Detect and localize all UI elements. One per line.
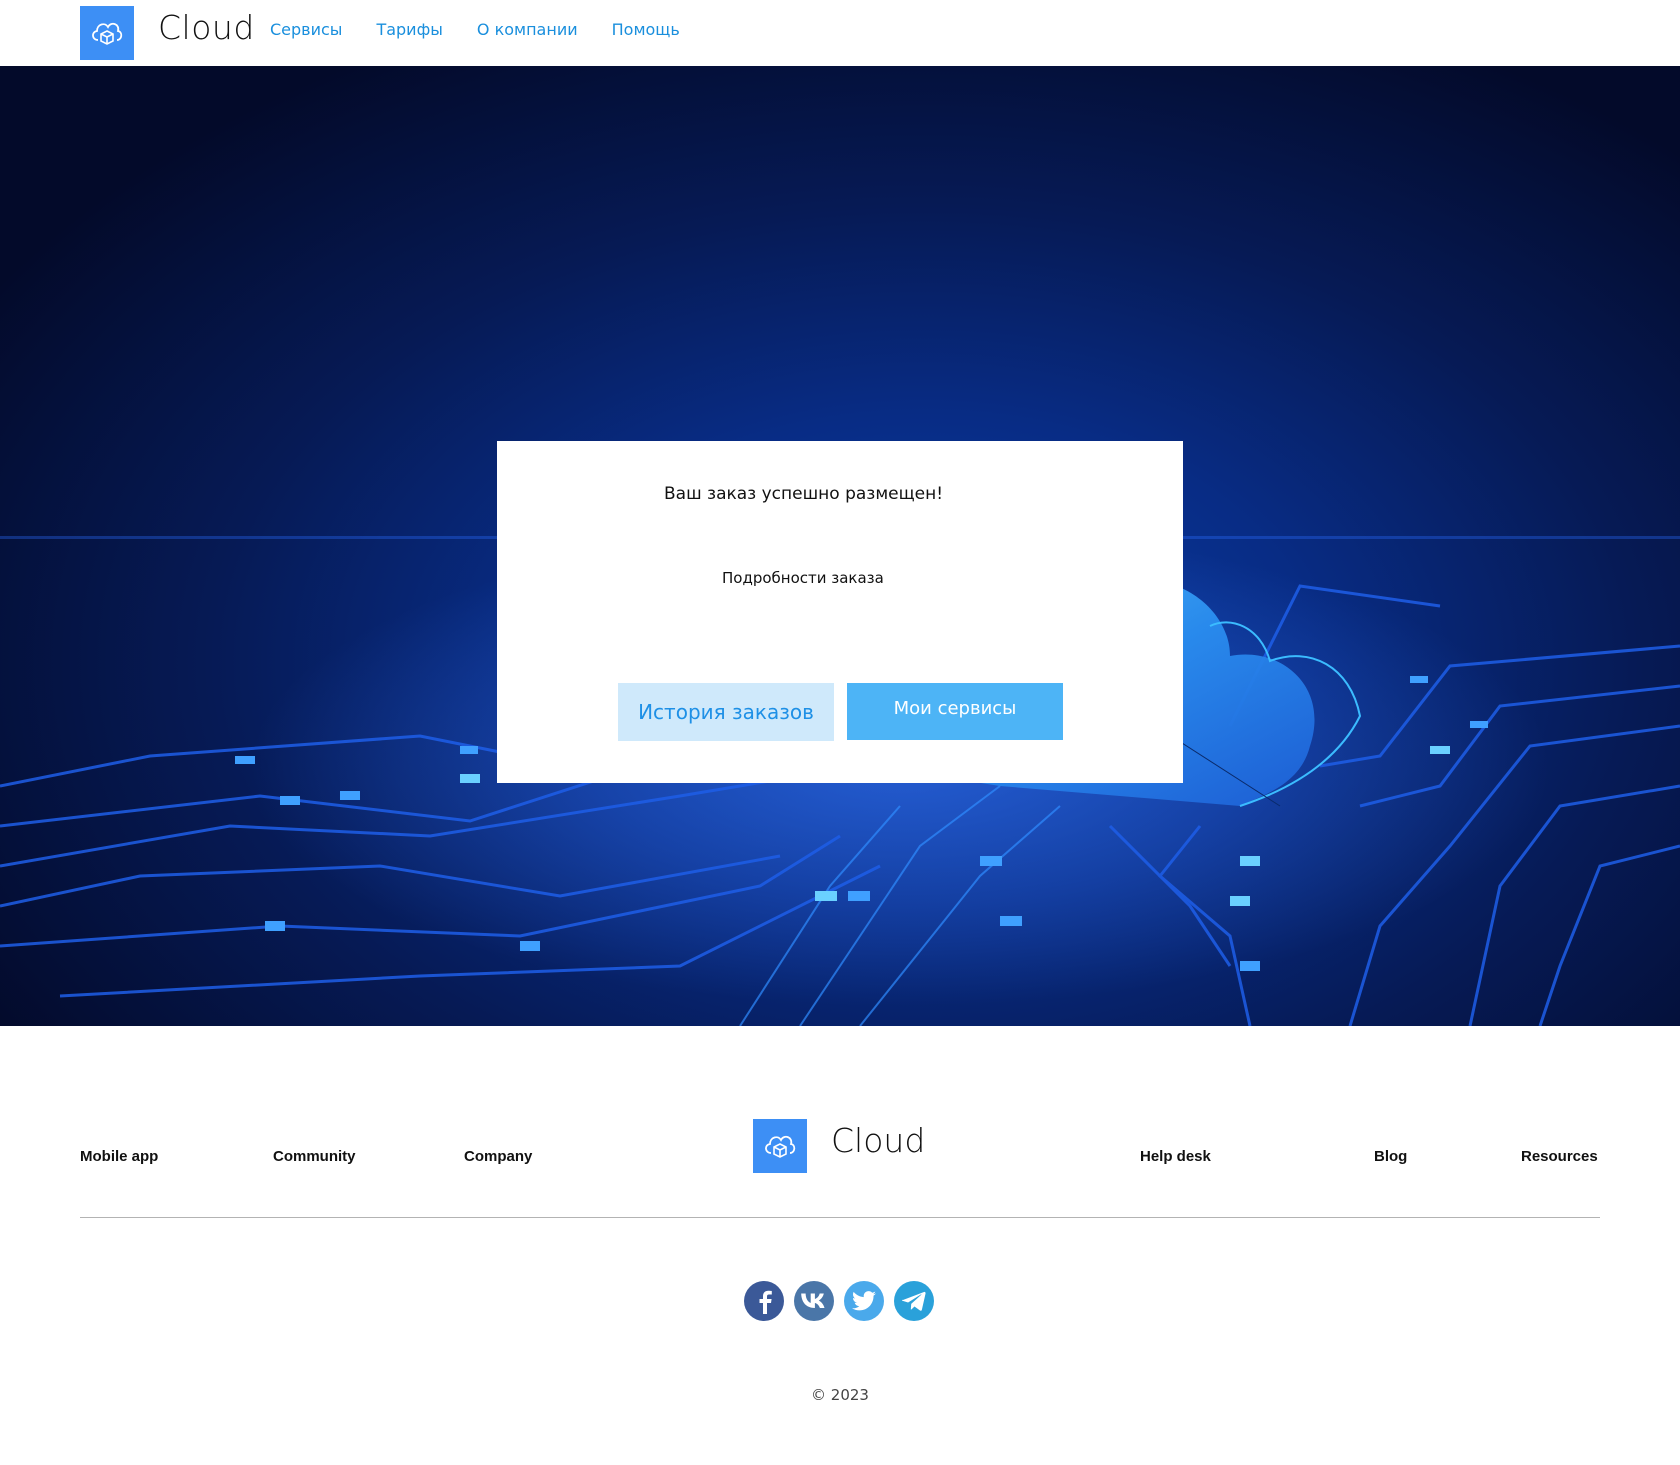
footer-link-blog[interactable]: Blog bbox=[1374, 1148, 1407, 1165]
logo-text[interactable]: Cloud bbox=[158, 8, 255, 47]
logo-icon[interactable] bbox=[80, 6, 134, 60]
main-nav: Сервисы Тарифы О компании Помощь bbox=[270, 20, 714, 39]
nav-about[interactable]: О компании bbox=[477, 20, 578, 39]
order-details-link[interactable]: Подробности заказа bbox=[722, 569, 884, 587]
footer-divider bbox=[80, 1217, 1600, 1218]
cloud-cube-icon bbox=[92, 22, 123, 45]
cloud-cube-icon bbox=[765, 1135, 796, 1158]
telegram-icon[interactable] bbox=[894, 1281, 934, 1321]
modal-title: Ваш заказ успешно размещен! bbox=[664, 484, 944, 504]
nav-tariffs[interactable]: Тарифы bbox=[376, 20, 442, 39]
footer-link-resources[interactable]: Resources bbox=[1521, 1148, 1598, 1165]
footer-logo-icon[interactable] bbox=[753, 1119, 807, 1173]
footer-link-mobile-app[interactable]: Mobile app bbox=[80, 1148, 158, 1165]
footer-link-help-desk[interactable]: Help desk bbox=[1140, 1148, 1211, 1165]
vk-icon[interactable] bbox=[794, 1281, 834, 1321]
order-history-button[interactable]: История заказов bbox=[618, 683, 834, 741]
footer-link-community[interactable]: Community bbox=[273, 1148, 356, 1165]
footer-logo-text[interactable]: Cloud bbox=[831, 1121, 925, 1160]
copyright-text: © 2023 bbox=[811, 1386, 869, 1404]
social-links bbox=[744, 1281, 944, 1321]
nav-services[interactable]: Сервисы bbox=[270, 20, 342, 39]
site-header: Cloud Сервисы Тарифы О компании Помощь bbox=[0, 0, 1680, 66]
facebook-icon[interactable] bbox=[744, 1281, 784, 1321]
order-success-modal: Ваш заказ успешно размещен! Подробности … bbox=[497, 441, 1183, 783]
twitter-icon[interactable] bbox=[844, 1281, 884, 1321]
nav-help[interactable]: Помощь bbox=[612, 20, 680, 39]
footer-link-company[interactable]: Company bbox=[464, 1148, 532, 1165]
my-services-button[interactable]: Мои сервисы bbox=[847, 683, 1063, 740]
hero-background: Ваш заказ успешно размещен! Подробности … bbox=[0, 66, 1680, 1026]
